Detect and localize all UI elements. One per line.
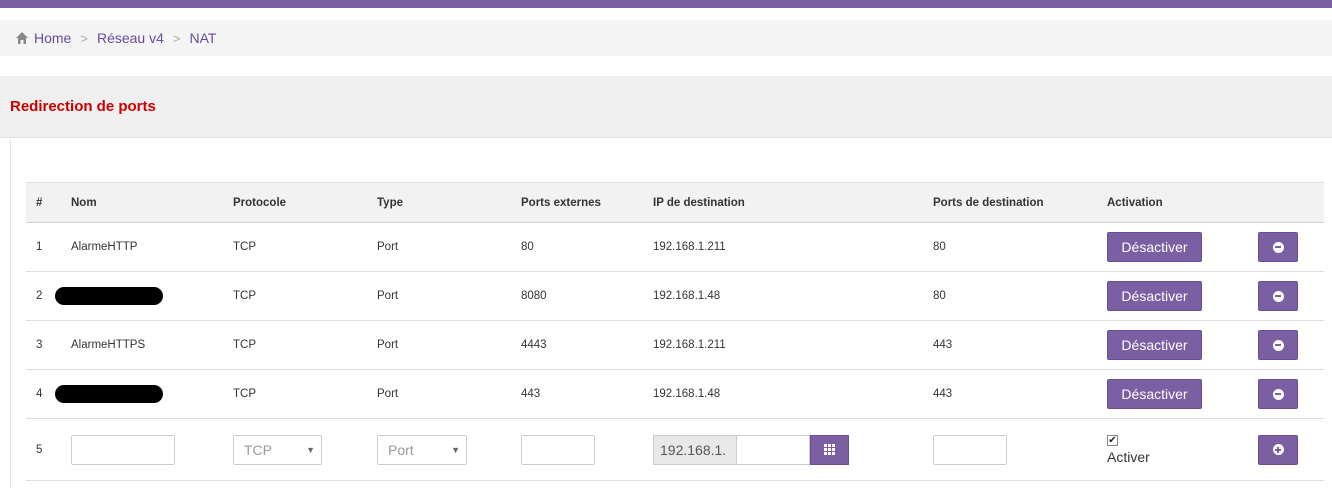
column-header-ports-externes: Ports externes <box>521 182 653 223</box>
plus-circle-icon <box>1272 444 1284 455</box>
destination-ip-group: 192.168.1. <box>653 434 933 465</box>
protocol-selected-value: TCP <box>244 441 272 458</box>
rule-destination-ip: 192.168.1.48 <box>653 369 933 419</box>
deactivate-button[interactable]: Désactiver <box>1107 379 1202 409</box>
activate-checkbox[interactable]: ✔ <box>1107 434 1118 446</box>
rule-protocol: TCP <box>233 222 377 272</box>
grid-icon <box>824 444 835 455</box>
new-rule-row: 5 TCP ▼ Port ▼ 192.168.1. ✔ Activer <box>26 418 1324 481</box>
breadcrumb: Home > Réseau v4 > NAT <box>0 20 1332 56</box>
rule-name: AlarmeHTTP <box>71 222 233 272</box>
destination-ports-input[interactable] <box>933 434 1007 465</box>
column-header-protocole: Protocole <box>233 182 377 223</box>
deactivate-button[interactable]: Désactiver <box>1107 330 1202 360</box>
table-row: 4 TCP Port 443 192.168.1.48 443 Désactiv… <box>26 369 1324 419</box>
rule-protocol: TCP <box>233 369 377 419</box>
new-rule-name-input[interactable] <box>71 434 175 465</box>
minus-circle-icon <box>1272 241 1284 253</box>
external-ports-input[interactable] <box>521 434 595 465</box>
minus-circle-icon <box>1272 290 1284 302</box>
column-header-actions <box>1258 182 1324 223</box>
row-number: 5 <box>26 418 71 481</box>
type-selected-value: Port <box>388 441 414 458</box>
remove-rule-button[interactable] <box>1258 281 1298 311</box>
rule-external-ports: 80 <box>521 222 653 272</box>
chevron-down-icon: ▼ <box>451 444 460 455</box>
top-accent-bar <box>0 0 1332 8</box>
column-header-activation: Activation <box>1107 182 1258 223</box>
row-number: 3 <box>26 320 71 370</box>
rule-destination-ip: 192.168.1.48 <box>653 271 933 321</box>
breadcrumb-separator: > <box>80 30 88 46</box>
rule-type: Port <box>377 369 521 419</box>
redacted-name <box>55 385 163 403</box>
minus-circle-icon <box>1272 388 1284 400</box>
remove-rule-button[interactable] <box>1258 330 1298 360</box>
remove-rule-button[interactable] <box>1258 379 1298 409</box>
table-row: 1 AlarmeHTTP TCP Port 80 192.168.1.211 8… <box>26 222 1324 272</box>
rule-external-ports: 443 <box>521 369 653 419</box>
table-row: 3 AlarmeHTTPS TCP Port 4443 192.168.1.21… <box>26 320 1324 370</box>
column-header-number: # <box>26 182 71 223</box>
add-rule-button[interactable] <box>1258 434 1298 465</box>
destination-ip-suffix-input[interactable] <box>736 434 810 465</box>
column-header-ip-destination: IP de destination <box>653 182 933 223</box>
rule-destination-ports: 80 <box>933 222 1107 272</box>
rule-destination-ip: 192.168.1.211 <box>653 320 933 370</box>
activate-label: Activer <box>1107 448 1150 465</box>
rule-type: Port <box>377 320 521 370</box>
rule-destination-ports: 80 <box>933 271 1107 321</box>
minus-circle-icon <box>1272 339 1284 351</box>
redacted-name <box>55 287 163 305</box>
table-row: 2 TCP Port 8080 192.168.1.48 80 Désactiv… <box>26 271 1324 321</box>
panel-header: Redirection de ports <box>0 76 1332 138</box>
rule-external-ports: 4443 <box>521 320 653 370</box>
rule-type: Port <box>377 222 521 272</box>
rule-type: Port <box>377 271 521 321</box>
breadcrumb-home-link[interactable]: Home <box>34 30 71 46</box>
breadcrumb-nat-link[interactable]: NAT <box>189 30 216 46</box>
panel-title: Redirection de ports <box>10 98 156 115</box>
table-header-row: # Nom Protocole Type Ports externes IP d… <box>26 182 1324 223</box>
rule-destination-ip: 192.168.1.211 <box>653 222 933 272</box>
rule-destination-ports: 443 <box>933 320 1107 370</box>
breadcrumb-separator: > <box>172 30 181 46</box>
ip-prefix: 192.168.1. <box>653 434 736 465</box>
rule-destination-ports: 443 <box>933 369 1107 419</box>
rule-protocol: TCP <box>233 271 377 321</box>
deactivate-button[interactable]: Désactiver <box>1107 232 1202 262</box>
deactivate-button[interactable]: Désactiver <box>1107 281 1202 311</box>
rule-name: AlarmeHTTPS <box>71 320 233 370</box>
device-picker-button[interactable] <box>810 434 849 465</box>
type-select[interactable]: Port ▼ <box>377 434 467 465</box>
protocol-select[interactable]: TCP ▼ <box>233 434 322 465</box>
column-header-nom: Nom <box>71 182 233 223</box>
breadcrumb-reseau-link[interactable]: Réseau v4 <box>97 30 164 46</box>
remove-rule-button[interactable] <box>1258 232 1298 262</box>
home-icon <box>15 31 29 45</box>
rule-external-ports: 8080 <box>521 271 653 321</box>
row-number: 1 <box>26 222 71 272</box>
port-forwarding-table: # Nom Protocole Type Ports externes IP d… <box>26 182 1324 481</box>
chevron-down-icon: ▼ <box>306 444 315 455</box>
column-header-ports-destination: Ports de destination <box>933 182 1107 223</box>
column-header-type: Type <box>377 182 521 223</box>
rule-protocol: TCP <box>233 320 377 370</box>
